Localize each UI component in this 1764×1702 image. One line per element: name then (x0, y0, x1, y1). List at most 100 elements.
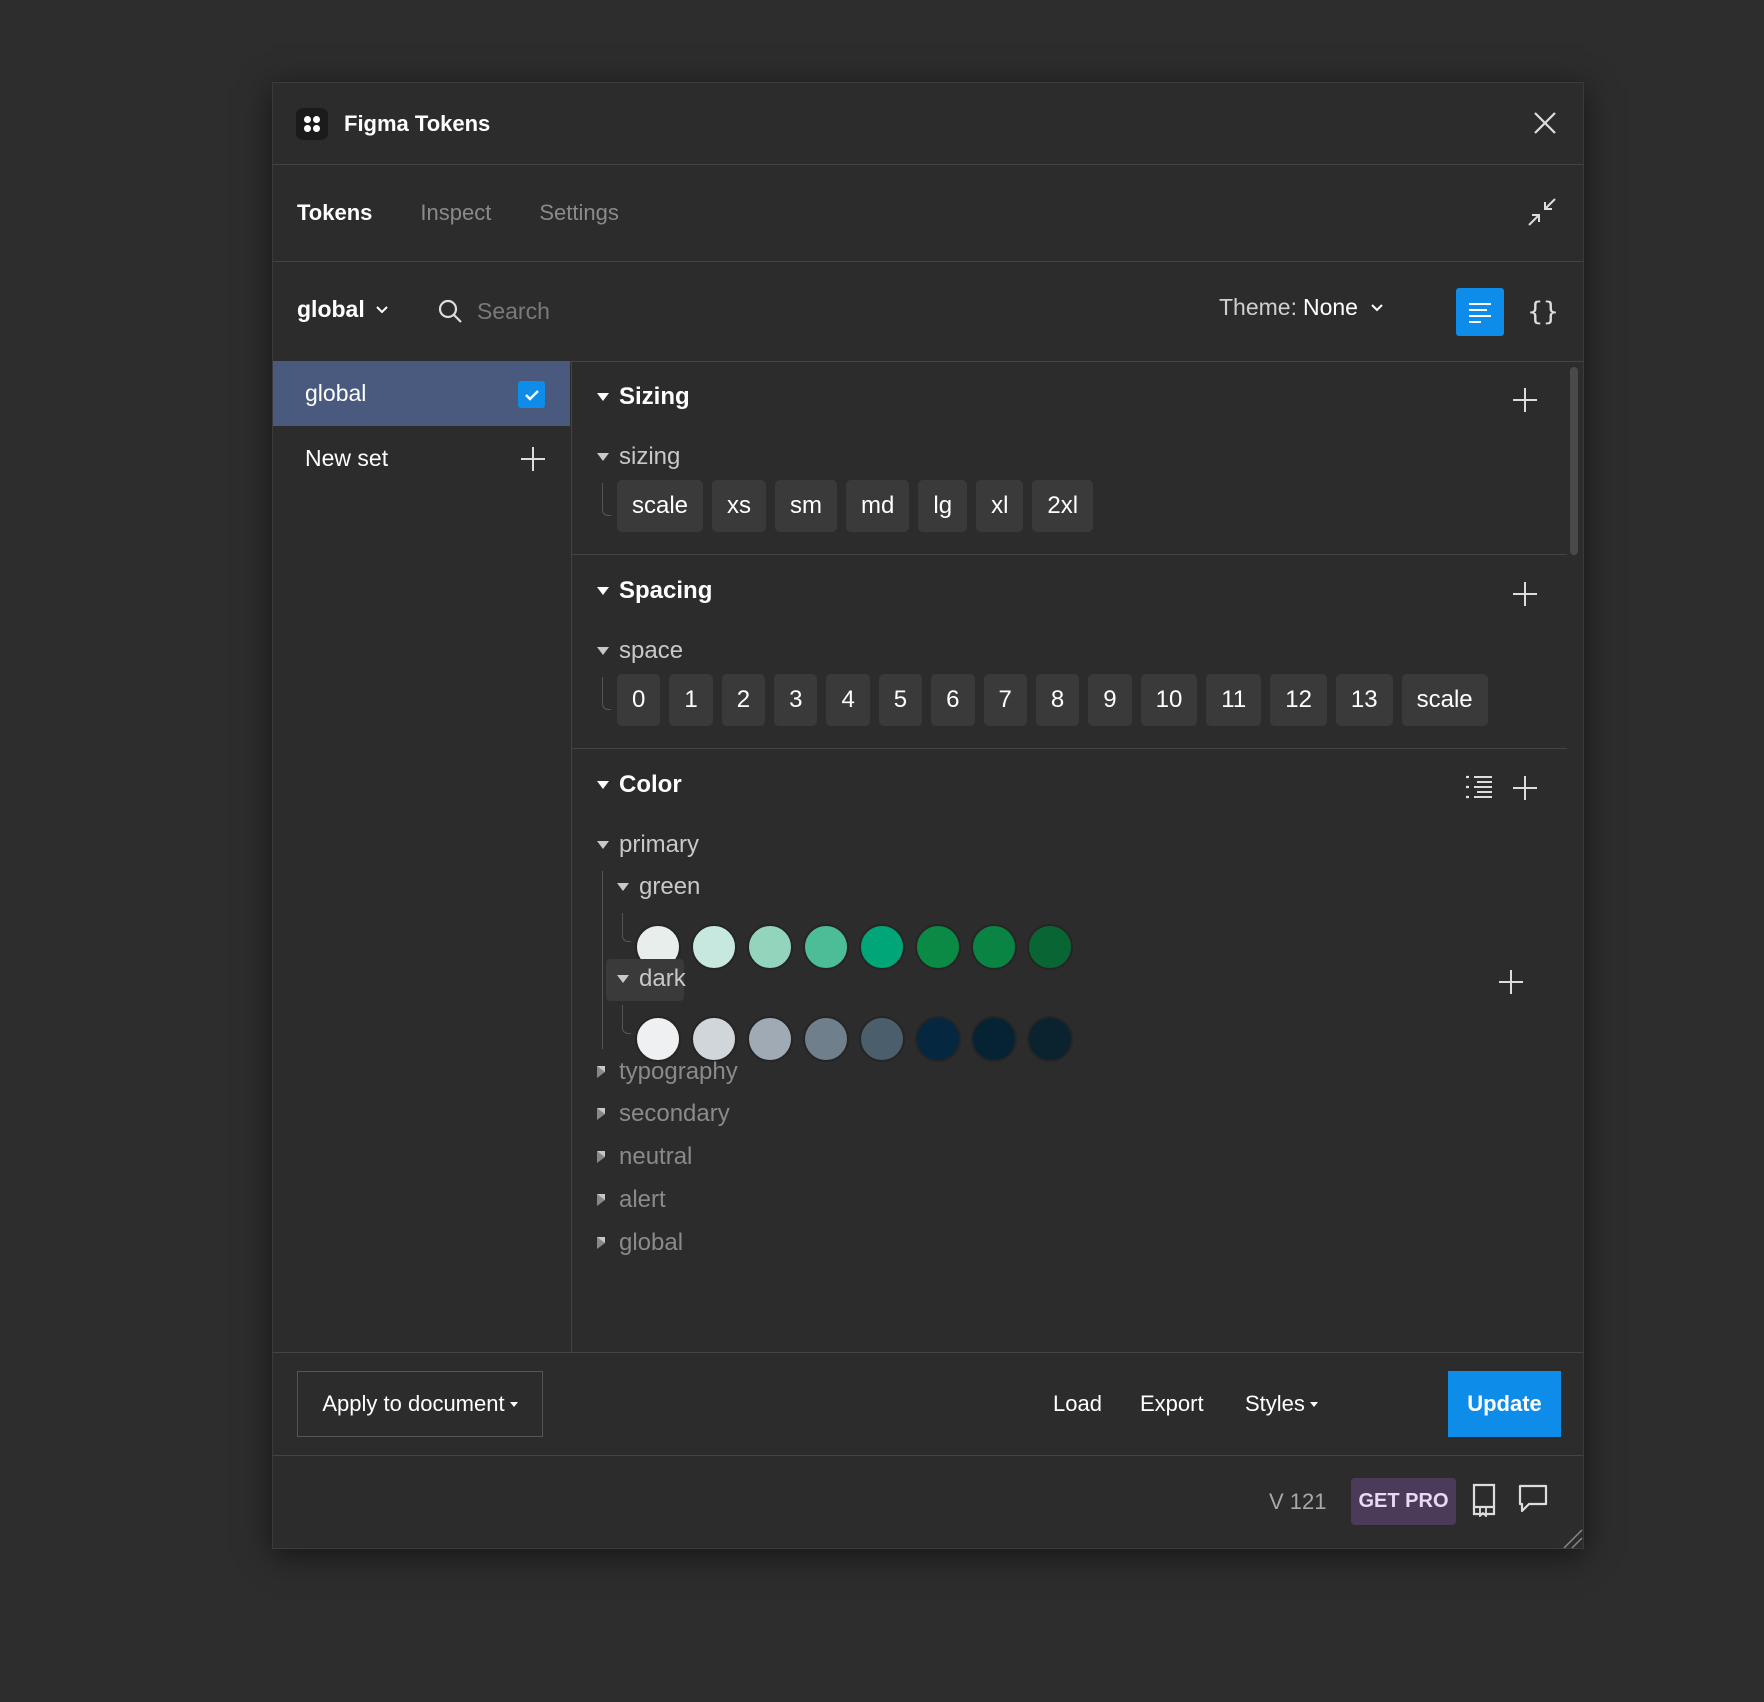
apply-to-document-button[interactable]: Apply to document (297, 1371, 543, 1437)
dark-color-swatch[interactable] (915, 1016, 961, 1062)
dark-color-swatch[interactable] (803, 1016, 849, 1062)
caret-down-icon (597, 647, 609, 655)
dark-swatch-list (635, 1016, 1083, 1062)
add-dark-token-plus-icon[interactable] (1498, 969, 1524, 995)
spacing-token-chip[interactable]: 2 (721, 674, 766, 726)
tree-connector (622, 913, 631, 942)
group-space-header[interactable]: space (597, 637, 683, 665)
green-color-swatch[interactable] (971, 924, 1017, 970)
update-button[interactable]: Update (1448, 1371, 1561, 1437)
section-spacing-header[interactable]: Spacing (597, 577, 712, 605)
plus-icon[interactable] (520, 446, 546, 472)
sizing-token-chip[interactable]: 2xl (1032, 480, 1094, 532)
add-spacing-token-plus-icon[interactable] (1512, 581, 1538, 607)
spacing-token-chip[interactable]: 4 (826, 674, 870, 726)
get-pro-button[interactable]: GET PRO (1351, 1478, 1456, 1525)
check-icon (524, 389, 539, 401)
green-color-swatch[interactable] (915, 924, 961, 970)
spacing-token-chip[interactable]: 11 (1206, 674, 1262, 726)
green-color-swatch[interactable] (803, 924, 849, 970)
sizing-token-chip[interactable]: scale (617, 480, 704, 532)
list-view-button[interactable] (1456, 288, 1504, 336)
caret-down-icon (617, 975, 629, 983)
sizing-token-chip[interactable]: xs (712, 480, 767, 532)
export-button[interactable]: Export (1140, 1371, 1204, 1437)
scrollbar[interactable] (1570, 367, 1578, 555)
section-title: Spacing (619, 577, 713, 604)
group-title: secondary (619, 1100, 730, 1127)
sizing-token-chip[interactable]: xl (976, 480, 1024, 532)
dark-color-swatch[interactable] (691, 1016, 737, 1062)
theme-dropdown[interactable]: Theme: None (1219, 294, 1384, 321)
new-set-row[interactable]: New set (273, 426, 570, 491)
spacing-token-chip[interactable]: 9 (1088, 674, 1132, 726)
json-view-button[interactable]: {} (1519, 288, 1567, 336)
resize-handle-icon[interactable] (1561, 1527, 1583, 1549)
docs-book-icon[interactable] (1471, 1483, 1497, 1517)
group-green-header[interactable]: green (617, 873, 700, 901)
green-color-swatch[interactable] (859, 924, 905, 970)
dark-color-swatch[interactable] (859, 1016, 905, 1062)
token-set-global[interactable]: global (273, 361, 570, 426)
tab-settings[interactable]: Settings (539, 200, 619, 226)
status-bar: V 121 GET PRO (273, 1455, 1583, 1549)
sizing-token-chip[interactable]: sm (775, 480, 838, 532)
app-title: Figma Tokens (344, 110, 491, 136)
spacing-token-chip[interactable]: 6 (931, 674, 975, 726)
tab-tokens[interactable]: Tokens (297, 200, 372, 226)
green-color-swatch[interactable] (747, 924, 793, 970)
dark-color-swatch[interactable] (1027, 1016, 1073, 1062)
group-alert-header[interactable]: alert (597, 1186, 666, 1214)
spacing-token-chip[interactable]: 8 (1035, 674, 1080, 726)
caret-down-icon (597, 587, 609, 595)
spacing-token-chip[interactable]: 5 (878, 674, 923, 726)
group-primary-header[interactable]: primary (597, 831, 699, 859)
group-typography-header[interactable]: typography (597, 1058, 738, 1086)
token-set-dropdown[interactable]: global (297, 296, 389, 323)
caret-right-icon (597, 1066, 605, 1078)
spacing-token-chip[interactable]: scale (1401, 674, 1488, 726)
group-global-header[interactable]: global (597, 1229, 683, 1257)
spacing-token-list: 0 1 2 3 4 5 6 7 8 9 10 11 12 13 scale (617, 674, 1497, 726)
dark-color-swatch[interactable] (971, 1016, 1017, 1062)
group-dark-header[interactable]: dark (617, 965, 686, 993)
token-set-dropdown-label: global (297, 296, 365, 322)
add-sizing-token-plus-icon[interactable] (1512, 387, 1538, 413)
tokens-list: Sizing sizing scale xs sm md lg xl 2xl Spacing… (572, 361, 1567, 1352)
dark-color-swatch[interactable] (747, 1016, 793, 1062)
list-view-icon[interactable] (1465, 774, 1493, 800)
section-sizing-header[interactable]: Sizing (597, 383, 690, 411)
search-input[interactable] (475, 288, 859, 334)
add-color-token-plus-icon[interactable] (1512, 775, 1538, 801)
dark-color-swatch[interactable] (635, 1016, 681, 1062)
tab-inspect[interactable]: Inspect (420, 200, 491, 226)
spacing-token-chip[interactable]: 13 (1335, 674, 1393, 726)
feedback-chat-icon[interactable] (1517, 1483, 1549, 1515)
caret-down-icon (617, 883, 629, 891)
group-sizing-header[interactable]: sizing (597, 443, 680, 471)
figma-tokens-logo-icon (296, 107, 328, 140)
spacing-token-chip[interactable]: 7 (983, 674, 1027, 726)
spacing-token-chip[interactable]: 0 (617, 674, 661, 726)
sizing-token-chip[interactable]: md (846, 480, 910, 532)
spacing-token-chip[interactable]: 10 (1140, 674, 1198, 726)
group-neutral-header[interactable]: neutral (597, 1143, 692, 1171)
spacing-token-chip[interactable]: 3 (774, 674, 818, 726)
group-title: green (639, 873, 701, 900)
sizing-token-chip[interactable]: lg (918, 480, 968, 532)
group-title: sizing (619, 443, 681, 470)
green-color-swatch[interactable] (691, 924, 737, 970)
spacing-token-chip[interactable]: 1 (669, 674, 713, 726)
styles-dropdown[interactable]: Styles (1245, 1371, 1318, 1437)
group-secondary-header[interactable]: secondary (597, 1100, 730, 1128)
tree-connector (602, 871, 603, 1049)
close-icon[interactable] (1531, 109, 1559, 137)
minimize-icon[interactable] (1525, 195, 1559, 229)
green-color-swatch[interactable] (1027, 924, 1073, 970)
load-button[interactable]: Load (1053, 1371, 1102, 1437)
caret-down-icon (509, 1401, 518, 1407)
chevron-down-icon (376, 305, 388, 313)
section-color-header[interactable]: Color (597, 771, 682, 799)
token-set-checkbox[interactable] (518, 381, 545, 408)
spacing-token-chip[interactable]: 12 (1270, 674, 1327, 726)
